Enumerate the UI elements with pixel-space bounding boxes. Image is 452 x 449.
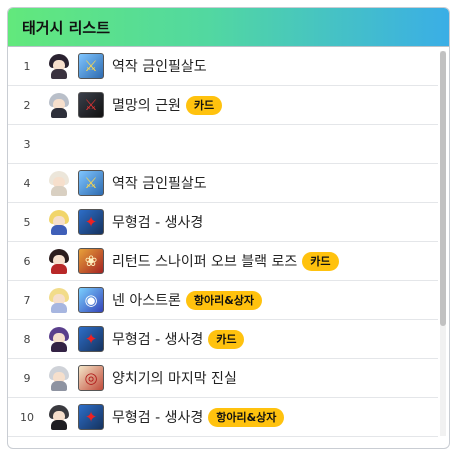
character-avatar-icon [46, 248, 72, 274]
row-number: 3 [23, 137, 31, 151]
row-number: 8 [23, 332, 31, 346]
list-item[interactable]: 2 ⚔ 멸망의 근원 카드 [8, 86, 438, 125]
row-number: 2 [23, 98, 31, 112]
item-label: 멸망의 근원 [112, 98, 181, 114]
source-badge: 항아리&상자 [185, 290, 263, 310]
character-avatar-icon [46, 92, 72, 118]
list-item[interactable]: 1 ⚔ 역작 금인필살도 [8, 47, 438, 86]
skill-icon: ⚔ [78, 53, 104, 79]
character-avatar-icon [46, 326, 72, 352]
source-badge: 항아리&상자 [208, 407, 285, 427]
item-label: 무형검 - 생사경 [112, 332, 204, 348]
skill-icon: ⚔ [78, 92, 104, 118]
item-label: 역작 금인필살도 [112, 59, 207, 75]
skill-icon: ❀ [78, 248, 104, 274]
skill-icon: ◎ [78, 365, 104, 391]
row-number: 6 [23, 254, 31, 268]
list-item[interactable]: 4 ⚔ 역작 금인필살도 [8, 164, 438, 203]
character-avatar-icon [46, 287, 72, 313]
character-avatar-icon [46, 404, 72, 430]
skill-icon: ⚔ [78, 170, 104, 196]
legacy-list: 1 ⚔ 역작 금인필살도 2 ⚔ 멸망의 근원 카드 3 4 ⚔ 역작 금인필살… [8, 47, 449, 437]
character-avatar-icon [46, 53, 72, 79]
skill-icon: ◉ [78, 287, 104, 313]
row-number: 1 [23, 59, 31, 73]
list-item[interactable]: 7 ◉ 넨 아스트론 항아리&상자 [8, 281, 438, 320]
skill-icon: ✦ [78, 326, 104, 352]
list-item[interactable]: 6 ❀ 리턴드 스나이퍼 오브 블랙 로즈 카드 [8, 242, 438, 281]
item-label: 무형검 - 생사경 [112, 410, 204, 426]
skill-icon: ✦ [78, 209, 104, 235]
panel-title: 태거시 리스트 [22, 18, 111, 37]
item-label: 넨 아스트론 [112, 293, 181, 309]
source-badge: 카드 [208, 329, 245, 349]
list-item[interactable]: 8 ✦ 무형검 - 생사경 카드 [8, 320, 438, 359]
character-avatar-icon [46, 170, 72, 196]
item-label: 무형검 - 생사경 [112, 215, 204, 231]
item-label: 역작 금인필살도 [112, 176, 207, 192]
source-badge: 카드 [302, 251, 339, 271]
item-label: 리턴드 스나이퍼 오브 블랙 로즈 [112, 254, 298, 270]
list-item[interactable]: 5 ✦ 무형검 - 생사경 [8, 203, 438, 242]
row-number: 5 [23, 215, 31, 229]
source-badge: 카드 [185, 95, 223, 115]
row-number: 4 [23, 176, 31, 190]
row-number: 10 [20, 410, 34, 424]
character-avatar-icon [46, 209, 72, 235]
legacy-list-panel: 태거시 리스트 1 ⚔ 역작 금인필살도 2 ⚔ 멸망의 근원 카드 3 4 ⚔… [7, 7, 450, 449]
row-number: 7 [23, 293, 31, 307]
scrollbar-thumb[interactable] [440, 51, 446, 326]
list-item[interactable]: 3 [8, 125, 438, 164]
scrollbar[interactable] [440, 51, 446, 436]
character-avatar-icon [46, 365, 72, 391]
item-label: 양치기의 마지막 진실 [112, 371, 237, 387]
list-item[interactable]: 10 ✦ 무형검 - 생사경 항아리&상자 [8, 398, 438, 437]
skill-icon: ✦ [78, 404, 104, 430]
list-item[interactable]: 9 ◎ 양치기의 마지막 진실 [8, 359, 438, 398]
panel-header: 태거시 리스트 [8, 8, 449, 47]
row-number: 9 [23, 371, 31, 385]
